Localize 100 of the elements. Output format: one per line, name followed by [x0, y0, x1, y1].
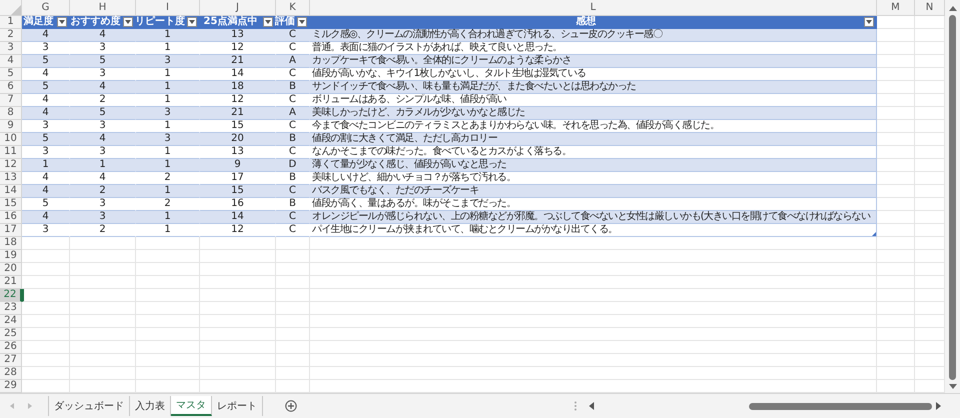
table-cell: 2	[164, 172, 171, 183]
table-cell: 3	[99, 42, 106, 53]
row-number[interactable]: 16	[0, 211, 22, 224]
table-cell: 15	[231, 120, 244, 131]
table-cell: 3	[99, 211, 106, 222]
row-number[interactable]: 7	[0, 94, 22, 107]
row-number[interactable]: 17	[0, 224, 22, 237]
filter-dropdown-button[interactable]	[297, 17, 307, 27]
table-cell: 3	[99, 146, 106, 157]
row-number[interactable]: 19	[0, 250, 22, 263]
table-cell: 12	[231, 42, 244, 53]
table-cell: 5	[99, 55, 106, 66]
row-number[interactable]: 1	[0, 16, 22, 29]
table-cell: 4	[42, 29, 49, 40]
table-cell: 13	[231, 29, 244, 40]
sheet-tab[interactable]: マスタ	[171, 396, 212, 416]
table-cell: パイ生地にクリームが挟まれていて、噛むとクリームがかなり出てくる。	[312, 224, 618, 235]
table-cell: 17	[231, 172, 244, 183]
column-header[interactable]: N	[915, 0, 945, 16]
row-number[interactable]: 24	[0, 315, 22, 328]
table-cell: 21	[231, 55, 244, 66]
table-cell: 15	[231, 185, 244, 196]
table-cell: 4	[99, 133, 106, 144]
sheet-tab[interactable]: レポート	[212, 396, 263, 416]
column-header[interactable]: L	[310, 0, 877, 16]
column-header[interactable]: H	[70, 0, 136, 16]
prev-sheet-icon[interactable]	[10, 403, 14, 409]
row-number[interactable]: 21	[0, 276, 22, 289]
column-title: 満足度	[22, 16, 55, 28]
row-number[interactable]: 27	[0, 354, 22, 367]
table-cell: 3	[164, 107, 171, 118]
table-cell: C	[289, 94, 296, 105]
table-cell: 14	[231, 211, 244, 222]
table-cell: 4	[42, 94, 49, 105]
table-cell: 5	[42, 55, 49, 66]
scrollbar-thumb[interactable]	[749, 402, 932, 410]
row-number[interactable]: 13	[0, 172, 22, 185]
row-number[interactable]: 18	[0, 237, 22, 250]
table-cell: 3	[42, 42, 49, 53]
corner-triangle-icon	[11, 5, 21, 15]
row-number[interactable]: 22	[0, 289, 22, 302]
row-number[interactable]: 29	[0, 380, 22, 393]
resize-handle-icon	[872, 232, 876, 236]
table-cell: B	[289, 81, 296, 92]
table-cell: なんかそこまでの味だった。食べているとカスがよく落ちる。	[312, 146, 571, 157]
filter-dropdown-button[interactable]	[864, 17, 874, 27]
scroll-down-icon[interactable]	[948, 384, 956, 389]
row-number[interactable]: 5	[0, 68, 22, 81]
table-cell: 12	[231, 224, 244, 235]
row-number[interactable]: 12	[0, 159, 22, 172]
table-cell: 20	[231, 133, 244, 144]
table-cell: 1	[164, 68, 171, 79]
table-cell: 9	[234, 159, 241, 170]
row-number[interactable]: 20	[0, 263, 22, 276]
row-number[interactable]: 8	[0, 107, 22, 120]
row-number[interactable]: 10	[0, 133, 22, 146]
scroll-up-icon[interactable]	[948, 6, 956, 11]
row-number[interactable]: 15	[0, 198, 22, 211]
splitter-handle-icon[interactable]	[574, 401, 577, 411]
row-number[interactable]: 2	[0, 29, 22, 42]
column-header[interactable]: M	[877, 0, 915, 16]
row-number[interactable]: 14	[0, 185, 22, 198]
row-number[interactable]: 28	[0, 367, 22, 380]
row-number[interactable]: 11	[0, 146, 22, 159]
row-number[interactable]: 26	[0, 341, 22, 354]
row-number[interactable]: 25	[0, 328, 22, 341]
scroll-left-icon[interactable]	[589, 402, 594, 410]
column-header[interactable]: G	[22, 0, 70, 16]
table-cell: 21	[231, 107, 244, 118]
filter-dropdown-button[interactable]	[187, 17, 197, 27]
scroll-right-icon[interactable]	[936, 402, 941, 410]
table-cell: 1	[164, 94, 171, 105]
filter-dropdown-button[interactable]	[57, 17, 67, 27]
active-cell[interactable]	[22, 289, 70, 302]
row-number[interactable]: 6	[0, 81, 22, 94]
table-cell: 3	[42, 146, 49, 157]
scrollbar-thumb[interactable]	[949, 15, 956, 380]
row-number[interactable]: 3	[0, 42, 22, 55]
table-cell: 2	[99, 94, 106, 105]
row-number[interactable]: 4	[0, 55, 22, 68]
table-cell: 3	[99, 120, 106, 131]
column-title: リピート度	[135, 16, 185, 28]
row-number[interactable]: 23	[0, 302, 22, 315]
filter-dropdown-button[interactable]	[263, 17, 273, 27]
table-cell: 2	[99, 185, 106, 196]
vertical-scrollbar[interactable]	[945, 0, 960, 393]
table-cell: 14	[231, 68, 244, 79]
table-cell: 1	[164, 29, 171, 40]
column-header[interactable]: J	[200, 0, 276, 16]
table-cell: 3	[42, 224, 49, 235]
table-cell: 3	[99, 68, 106, 79]
column-header[interactable]: I	[136, 0, 200, 16]
add-sheet-icon[interactable]	[285, 400, 297, 412]
table-cell: 4	[99, 81, 106, 92]
sheet-tab[interactable]: ダッシュボード	[49, 396, 130, 416]
column-header[interactable]: K	[276, 0, 310, 16]
row-number[interactable]: 9	[0, 120, 22, 133]
next-sheet-icon[interactable]	[28, 403, 32, 409]
select-all-corner[interactable]	[0, 0, 22, 16]
filter-dropdown-button[interactable]	[123, 17, 133, 27]
